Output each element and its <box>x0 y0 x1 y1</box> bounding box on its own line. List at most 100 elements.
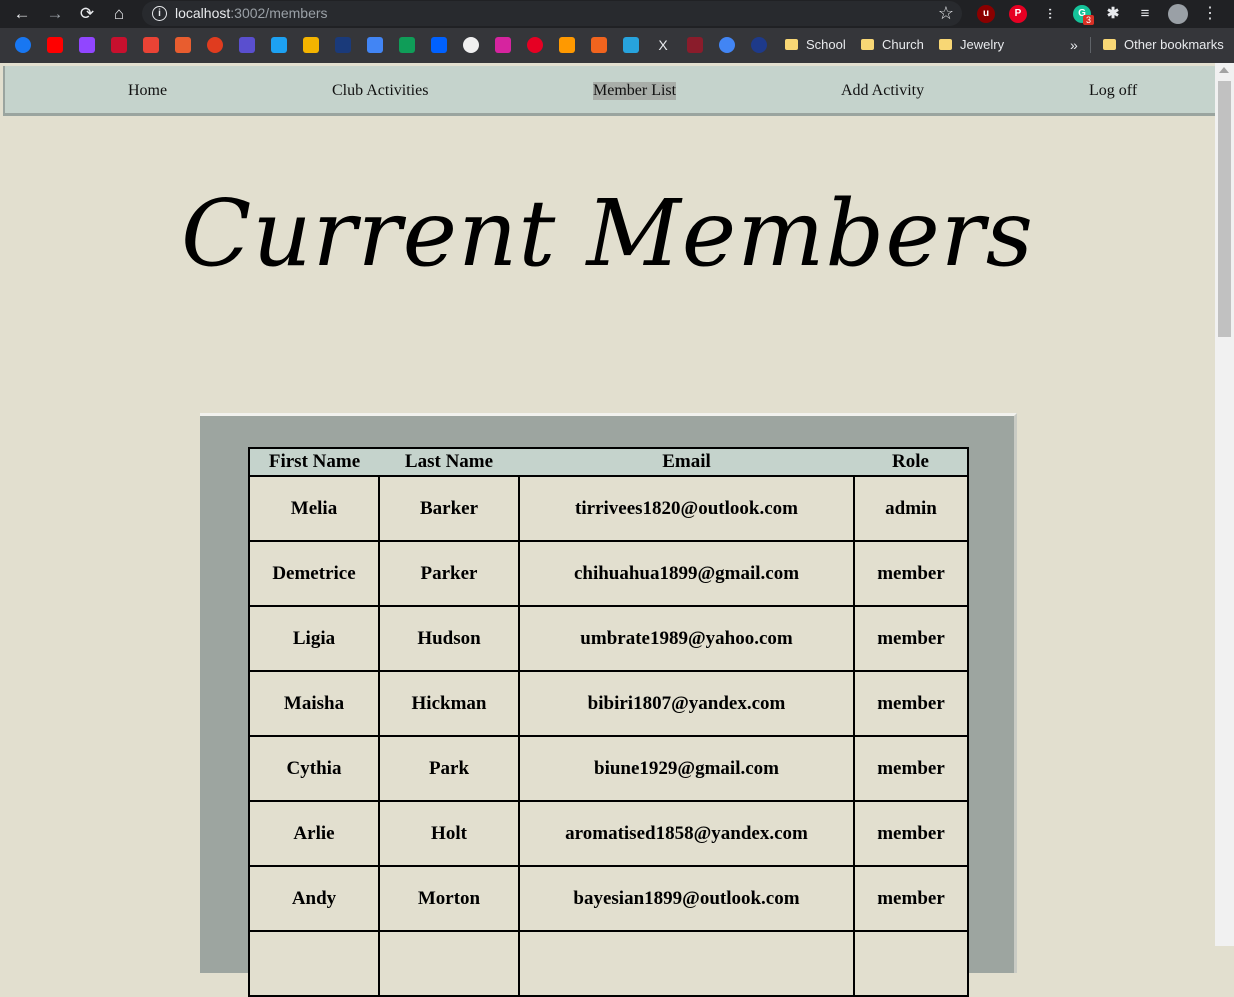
equalizer-extension-icon[interactable]: ⫶ <box>1041 5 1059 23</box>
last-name-cell: Hickman <box>378 670 520 737</box>
home-icon[interactable]: ⌂ <box>108 3 130 25</box>
amazon-icon[interactable] <box>559 37 575 53</box>
folder-icon <box>861 39 874 50</box>
google-drive-icon[interactable] <box>399 37 415 53</box>
role-cell: member <box>853 670 969 737</box>
nav-member-list[interactable]: Member List <box>593 82 677 100</box>
first-name-cell: Melia <box>248 475 380 542</box>
folder-icon <box>939 39 952 50</box>
first-name-cell: Ligia <box>248 605 380 672</box>
gmail-icon[interactable] <box>143 37 159 53</box>
column-header-email: Email <box>519 447 854 477</box>
scroll-up-arrow-icon[interactable] <box>1219 67 1229 73</box>
profile-avatar[interactable] <box>1168 4 1188 24</box>
role-cell: member <box>853 605 969 672</box>
chrome-icon[interactable] <box>719 37 735 53</box>
table-header-row: First Name Last Name Email Role <box>248 447 969 477</box>
last-name-cell: Morton <box>378 865 520 932</box>
bookmarks-overflow-icon[interactable]: » <box>1070 37 1078 53</box>
x-icon[interactable]: X <box>655 37 671 53</box>
other-bookmarks-folder[interactable]: Other bookmarks <box>1103 37 1224 52</box>
dropbox-icon[interactable] <box>431 37 447 53</box>
page-scrollbar[interactable] <box>1215 63 1234 946</box>
url-text[interactable]: localhost:3002/members <box>175 5 328 21</box>
email-cell: bibiri1807@yandex.com <box>518 670 855 737</box>
website-icon[interactable] <box>623 37 639 53</box>
column-header-first-name: First Name <box>248 447 379 477</box>
bookmark-folder-school[interactable]: School <box>785 37 846 52</box>
table-row: Cythia Park biune1929@gmail.com member <box>248 735 969 802</box>
library-icon[interactable] <box>303 37 319 53</box>
nav-club-activities[interactable]: Club Activities <box>332 82 428 100</box>
table-row: Andy Morton bayesian1899@outlook.com mem… <box>248 865 969 932</box>
email-cell: umbrate1989@yahoo.com <box>518 605 855 672</box>
role-cell <box>853 930 969 997</box>
pinterest-extension-icon[interactable]: P <box>1009 5 1027 23</box>
column-header-last-name: Last Name <box>379 447 519 477</box>
folder-icon <box>1103 39 1116 50</box>
email-cell: bayesian1899@outlook.com <box>518 865 855 932</box>
nav-log-off[interactable]: Log off <box>1089 82 1137 100</box>
kebab-menu-icon[interactable]: ⋮ <box>1199 3 1221 25</box>
role-cell: admin <box>853 475 969 542</box>
bookmark-folder-church[interactable]: Church <box>861 37 924 52</box>
divider <box>1090 37 1091 53</box>
etsy-icon[interactable] <box>591 37 607 53</box>
email-cell: biune1929@gmail.com <box>518 735 855 802</box>
calendar-icon[interactable] <box>367 37 383 53</box>
site-navigation: Home Club Activities Member List Add Act… <box>3 66 1215 116</box>
role-cell: member <box>853 800 969 867</box>
role-cell: member <box>853 865 969 932</box>
page-title: Current Members <box>181 180 1034 287</box>
table-row: Ligia Hudson umbrate1989@yahoo.com membe… <box>248 605 969 672</box>
browser-toolbar: ← → ⟳ ⌂ i localhost:3002/members ☆ u P ⫶… <box>0 0 1234 28</box>
first-name-cell: Maisha <box>248 670 380 737</box>
back-arrow-icon[interactable]: ← <box>11 3 33 25</box>
last-name-cell: Parker <box>378 540 520 607</box>
bookmark-folder-jewelry[interactable]: Jewelry <box>939 37 1004 52</box>
tomato-timer-icon[interactable] <box>207 37 223 53</box>
role-cell: member <box>853 735 969 802</box>
members-table: First Name Last Name Email Role Melia Ba… <box>248 447 969 997</box>
ublock-extension-icon[interactable]: u <box>977 5 995 23</box>
youtube-icon[interactable] <box>47 37 63 53</box>
table-row: Maisha Hickman bibiri1807@yandex.com mem… <box>248 670 969 737</box>
reload-icon[interactable]: ⟳ <box>76 3 98 25</box>
extensions-puzzle-icon[interactable]: ✱ <box>1104 5 1122 23</box>
first-name-cell: Cythia <box>248 735 380 802</box>
college-icon[interactable] <box>687 37 703 53</box>
news-site-icon[interactable] <box>111 37 127 53</box>
twitch-icon[interactable] <box>79 37 95 53</box>
instagram-icon[interactable] <box>495 37 511 53</box>
table-row: Demetrice Parker chihuahua1899@gmail.com… <box>248 540 969 607</box>
table-row: Melia Barker tirrivees1820@outlook.com a… <box>248 475 969 542</box>
pinterest-icon[interactable] <box>527 37 543 53</box>
weather-channel-icon[interactable] <box>335 37 351 53</box>
bookmark-star-icon[interactable]: ☆ <box>938 3 954 24</box>
picsart-icon[interactable] <box>239 37 255 53</box>
first-name-cell: Demetrice <box>248 540 380 607</box>
role-cell: member <box>853 540 969 607</box>
reading-list-icon[interactable]: ≡ <box>1136 5 1154 23</box>
site-info-icon[interactable]: i <box>152 6 167 21</box>
facebook-icon[interactable] <box>15 37 31 53</box>
twitter-icon[interactable] <box>271 37 287 53</box>
last-name-cell: Park <box>378 735 520 802</box>
nav-add-activity[interactable]: Add Activity <box>841 82 924 100</box>
first-name-cell <box>248 930 380 997</box>
extension-badge: 3 <box>1083 15 1095 25</box>
email-cell <box>518 930 855 997</box>
nav-home[interactable]: Home <box>128 82 167 100</box>
github-icon[interactable] <box>463 37 479 53</box>
last-name-cell: Hudson <box>378 605 520 672</box>
last-name-cell <box>378 930 520 997</box>
forward-arrow-icon[interactable]: → <box>44 3 66 25</box>
bookmarks-bar: X School Church Jewelry » Other bookmark… <box>0 28 1234 63</box>
folder-icon <box>785 39 798 50</box>
disney-icon[interactable] <box>751 37 767 53</box>
email-cell: aromatised1858@yandex.com <box>518 800 855 867</box>
last-name-cell: Barker <box>378 475 520 542</box>
scrollbar-thumb[interactable] <box>1218 81 1231 337</box>
bookmark-icon[interactable] <box>175 37 191 53</box>
address-bar[interactable]: i localhost:3002/members ☆ <box>142 1 962 26</box>
